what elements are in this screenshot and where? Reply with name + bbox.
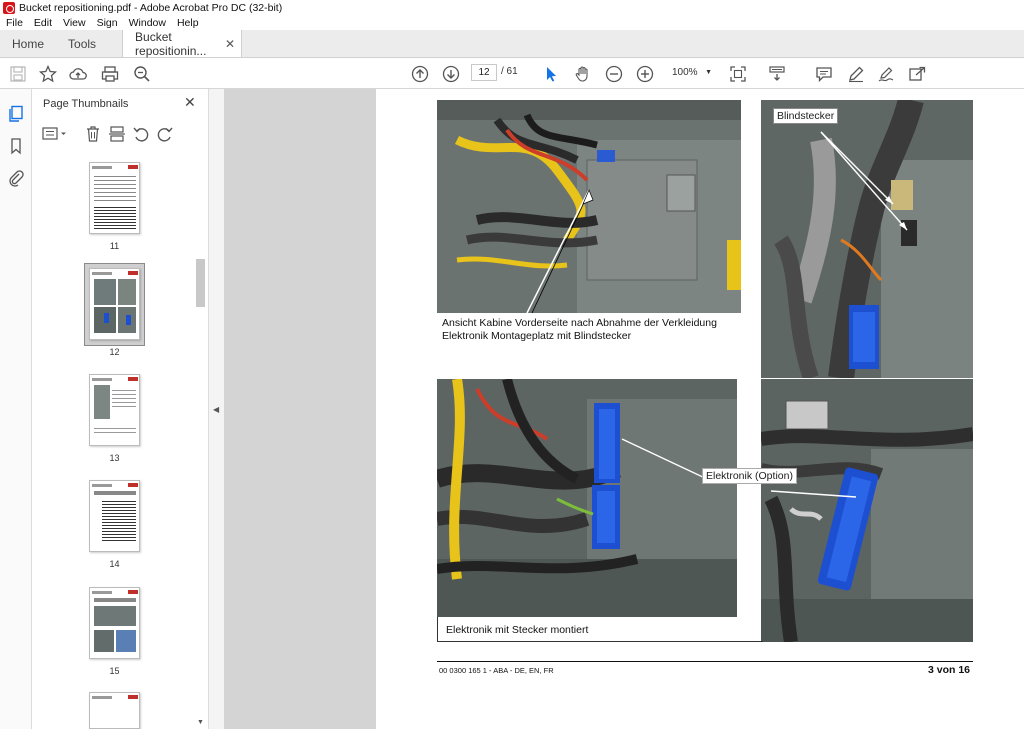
thumbnail-number: 14 [109,559,120,569]
caption-bottom: Elektronik mit Stecker montiert [446,624,589,636]
panel-close-icon[interactable]: ✕ [184,94,196,111]
insert-page-icon[interactable] [108,125,126,143]
zoom-out-icon[interactable] [604,64,624,84]
menu-file[interactable]: File [6,17,23,29]
page-total: / 61 [501,66,518,77]
share-icon[interactable] [907,64,927,84]
callout-elektronik-option: Elektronik (Option) [702,468,797,484]
tab-document[interactable]: Bucket repositionin... ✕ [122,29,243,58]
tab-document-label: Bucket repositionin... [135,29,207,58]
footer-page-number: 3 von 16 [928,664,971,676]
collapse-arrow-icon: ◀ [213,405,220,414]
tab-bar: Home Tools Bucket repositionin... ✕ [0,30,1024,58]
attachments-icon[interactable] [7,169,25,187]
photo-elektronik-mounted [437,379,737,617]
panel-title: Page Thumbnails [43,98,129,110]
page-thumbnails-icon[interactable] [7,105,25,123]
caption-top-line-2: Elektronik Montageplatz mit Blindstecker [442,330,632,342]
menu-bar: File Edit View Sign Window Help [0,16,1024,30]
thumbnail-image [89,162,140,234]
title-bar: Bucket repositioning.pdf - Adobe Acrobat… [0,0,1024,16]
acrobat-app-icon [3,2,15,14]
page-number-input[interactable]: 12 [471,64,497,81]
panel-collapse-handle[interactable]: ◀ [209,89,225,729]
rotate-right-icon[interactable] [156,125,174,143]
thumbnail-image [89,268,140,340]
search-zoom-icon[interactable] [132,64,152,84]
menu-help[interactable]: Help [177,17,199,29]
zoom-value: 100% [672,67,698,78]
zoom-in-icon[interactable] [635,64,655,84]
tab-close-icon[interactable]: ✕ [225,37,235,51]
fit-page-icon[interactable] [728,64,748,84]
prev-page-icon[interactable] [410,64,430,84]
footer-rule [437,661,973,662]
thumbnail-number: 12 [109,347,120,357]
tab-tools[interactable]: Tools [56,30,108,57]
thumbnail-options-icon[interactable] [42,125,68,143]
zoom-select[interactable]: 100% ▼ [664,64,716,81]
highlight-pen-icon[interactable] [846,64,866,84]
upload-cloud-icon[interactable] [68,64,88,84]
photo-cabin-front [437,100,741,313]
window-title: Bucket repositioning.pdf - Adobe Acrobat… [19,2,283,14]
thumbnail-image [89,374,140,446]
thumbnail-number: 13 [109,453,120,463]
scrollbar-handle[interactable] [196,259,205,307]
menu-view[interactable]: View [63,17,86,29]
thumbnail-image [89,480,140,552]
thumbnail-number: 11 [109,241,120,251]
menu-sign[interactable]: Sign [97,17,118,29]
footer-document-code: 00 0300 165 1 - ABA - DE, EN, FR [439,666,554,675]
menu-edit[interactable]: Edit [34,17,52,29]
rotate-left-icon[interactable] [132,125,150,143]
caption-top-line-1: Ansicht Kabine Vorderseite nach Abnahme … [442,317,717,329]
tab-home[interactable]: Home [0,30,56,57]
scroll-down-icon[interactable]: ▼ [197,719,204,726]
save-icon[interactable] [8,64,28,84]
left-rail [0,89,32,729]
photo-blindstecker [761,100,973,378]
bookmarks-icon[interactable] [7,137,25,155]
scroll-mode-icon[interactable] [767,64,787,84]
document-viewport[interactable]: Blindstecker Ansicht Kabine Vorderseite … [225,89,1024,729]
hand-icon[interactable] [573,64,593,84]
select-cursor-icon[interactable] [541,64,561,84]
print-icon[interactable] [100,64,120,84]
next-page-icon[interactable] [441,64,461,84]
pdf-page: Blindstecker Ansicht Kabine Vorderseite … [376,89,1024,729]
bookmark-star-icon[interactable] [38,64,58,84]
callout-blindstecker: Blindstecker [773,108,839,124]
chevron-down-icon: ▼ [705,69,712,76]
thumbnail-scrollbar[interactable] [195,155,206,729]
menu-window[interactable]: Window [129,17,166,29]
comment-icon[interactable] [814,64,834,84]
thumbnail-number: 15 [109,666,120,676]
thumbnail-page-16-partial[interactable] [89,692,140,729]
sign-icon[interactable] [876,64,896,84]
thumbnail-image [89,587,140,659]
photo-elektronik-option [761,379,973,642]
delete-page-icon[interactable] [84,125,102,143]
